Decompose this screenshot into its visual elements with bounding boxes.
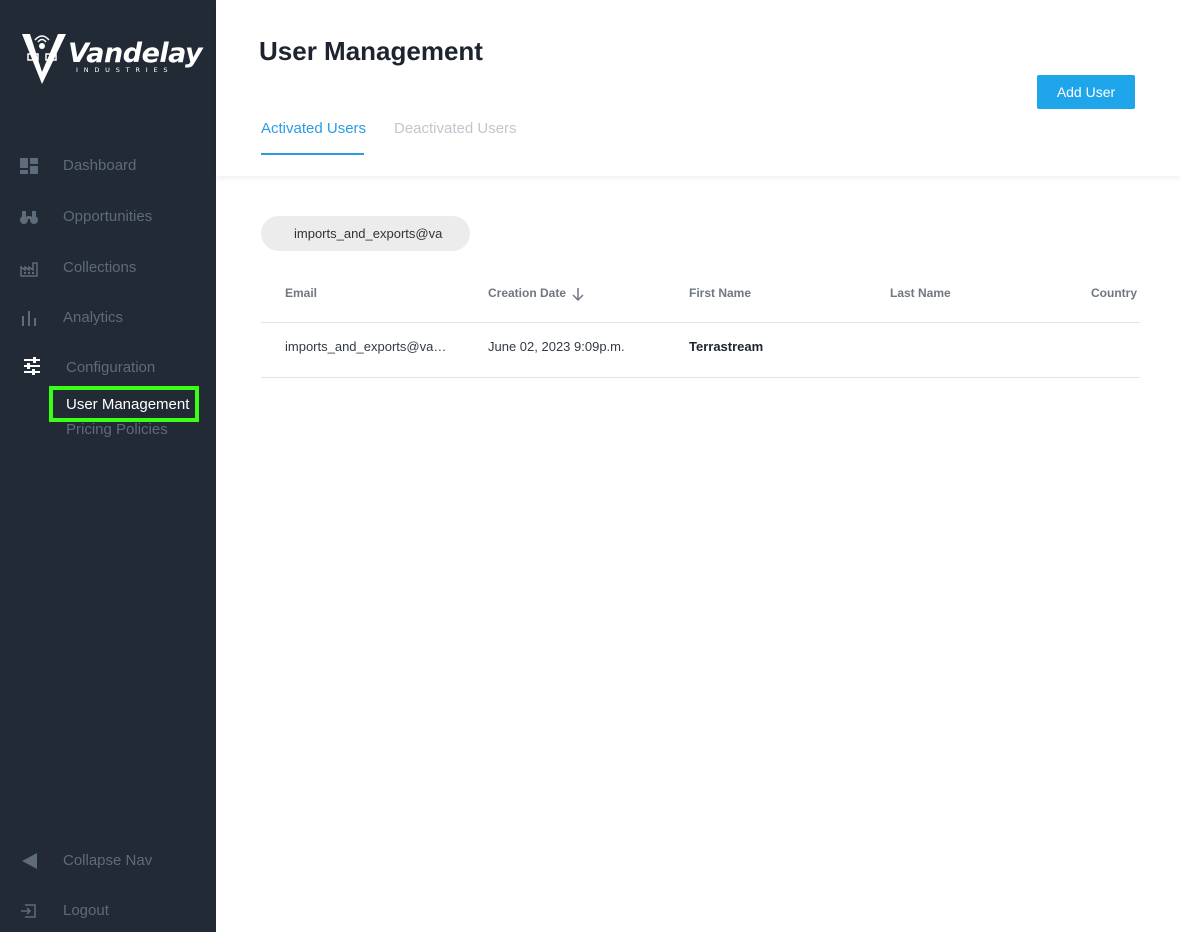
arrow-down-icon[interactable] xyxy=(571,286,585,302)
sidebar-item-dashboard[interactable]: Dashboard xyxy=(0,148,216,184)
add-user-button[interactable]: Add User xyxy=(1037,75,1135,109)
selection-highlight xyxy=(49,386,199,422)
brand-tagline: INDUSTRIES xyxy=(76,66,174,74)
column-header-email[interactable]: Email xyxy=(285,286,317,300)
logout-label: Logout xyxy=(63,902,109,919)
factory-icon xyxy=(20,262,38,277)
tab-activated-users[interactable]: Activated Users xyxy=(261,120,366,137)
sidebar-item-label: Collections xyxy=(63,259,137,276)
sidebar: Vandelay INDUSTRIES Dashboard Opportunit… xyxy=(0,0,216,932)
sidebar-item-configuration[interactable]: Configuration xyxy=(0,350,216,386)
sidebar-item-collections[interactable]: Collections xyxy=(0,250,216,286)
collapse-nav-button[interactable]: Collapse Nav xyxy=(0,843,216,879)
collapse-nav-label: Collapse Nav xyxy=(63,852,153,869)
cell-creation-date: June 02, 2023 9:09p.m. xyxy=(488,339,625,354)
triangle-left-icon xyxy=(22,853,37,869)
sidebar-item-label: Dashboard xyxy=(63,157,137,174)
sidebar-item-opportunities[interactable]: Opportunities xyxy=(0,199,216,235)
brand-logo[interactable]: Vandelay INDUSTRIES xyxy=(20,28,203,86)
sliders-icon xyxy=(24,357,40,375)
brand-name: Vandelay xyxy=(68,38,203,69)
column-header-creation-date[interactable]: Creation Date xyxy=(488,286,566,300)
app-root: Vandelay INDUSTRIES Dashboard Opportunit… xyxy=(0,0,1181,932)
sidebar-item-label: Opportunities xyxy=(63,208,153,225)
column-header-country[interactable]: Country xyxy=(1091,286,1137,300)
page-title: User Management xyxy=(259,36,483,66)
binoculars-icon xyxy=(20,211,38,224)
column-header-last-name[interactable]: Last Name xyxy=(890,286,951,300)
sidebar-item-label: Configuration xyxy=(66,359,156,376)
table-row[interactable]: imports_and_exports@va… June 02, 2023 9:… xyxy=(261,323,1140,377)
main-content: User Management Add User Activated Users… xyxy=(216,0,1181,932)
search-input[interactable] xyxy=(261,216,470,251)
logout-button[interactable]: Logout xyxy=(0,893,216,929)
satellite-v-icon xyxy=(22,34,66,84)
sidebar-item-analytics[interactable]: Analytics xyxy=(0,300,216,336)
sidebar-subitem-pricing-policies[interactable]: Pricing Policies xyxy=(66,421,168,438)
dashboard-icon xyxy=(20,158,38,174)
sidebar-item-label: Analytics xyxy=(63,309,124,326)
column-header-first-name[interactable]: First Name xyxy=(689,286,751,300)
tab-deactivated-users[interactable]: Deactivated Users xyxy=(394,120,517,137)
page-header: User Management Add User Activated Users… xyxy=(216,0,1181,176)
active-tab-indicator xyxy=(261,153,364,155)
cell-email: imports_and_exports@va… xyxy=(285,339,445,354)
cell-first-name: Terrastream xyxy=(689,339,764,354)
table-divider xyxy=(261,377,1140,378)
bar-chart-icon xyxy=(22,311,36,326)
logout-icon xyxy=(21,904,36,918)
